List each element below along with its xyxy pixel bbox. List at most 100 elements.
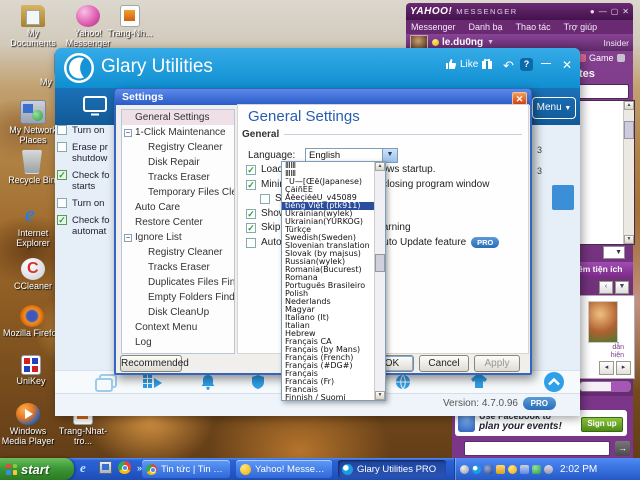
gift-icon[interactable] (481, 58, 493, 70)
language-option[interactable]: Magyar (282, 306, 376, 314)
language-option[interactable]: Francais (Fr) (282, 378, 376, 386)
search-go-button[interactable]: → (615, 441, 630, 456)
apply-button[interactable]: Apply (474, 355, 520, 372)
taskbar-button[interactable]: Yahoo! Messenger (236, 460, 332, 478)
scrollbar-thumb[interactable] (375, 254, 385, 272)
desktop-icon[interactable]: Internet Explorer (6, 201, 60, 248)
settings-tree-item[interactable]: Auto Care (122, 200, 234, 215)
show-desktop-icon[interactable] (99, 461, 112, 474)
yahoo-tray-icon[interactable] (508, 464, 517, 474)
cancel-button[interactable]: Cancel (419, 355, 469, 372)
language-option[interactable]: ⅢⅢ (282, 170, 376, 178)
settings-tree-item[interactable]: Disk Repair (122, 155, 234, 170)
settings-tree-item[interactable]: − 1-Click Maintenance (122, 125, 234, 140)
yahoo-minimize-icon[interactable]: — (599, 7, 607, 16)
web-search-input[interactable] (464, 441, 610, 456)
updates-tray-icon[interactable] (544, 464, 553, 474)
scroll-up-icon[interactable]: ▲ (375, 162, 385, 171)
taskbar-button[interactable]: Glary Utilities PRO (338, 460, 446, 478)
globe-icon[interactable] (395, 374, 411, 390)
menu-button[interactable]: Menu ▼ (532, 97, 576, 119)
collapse-left-icon[interactable]: ‹ (599, 281, 613, 294)
glary-option-row[interactable]: Check foautomat (57, 215, 114, 237)
modules-grid-icon[interactable] (143, 374, 163, 390)
app-tray-icon[interactable] (484, 464, 493, 474)
chrome-icon[interactable] (118, 461, 131, 474)
language-option[interactable]: Français (French) (282, 354, 376, 362)
yahoo-titlebar[interactable]: YAHOO! MESSENGER ● — ▢ ✕ (406, 3, 633, 20)
like-button[interactable]: Like (445, 58, 478, 70)
signup-button[interactable]: Sign up (581, 417, 623, 432)
language-option[interactable]: Italiano (It) (282, 314, 376, 322)
settings-tree-item[interactable]: Duplicates Files Finder (122, 275, 234, 290)
language-option[interactable]: Ukrainian(YURKOG) (282, 218, 376, 226)
language-option[interactable]: Nederlands (282, 298, 376, 306)
checkbox[interactable] (57, 170, 67, 180)
language-option[interactable]: Français (282, 370, 376, 378)
close-button[interactable]: ✕ (562, 58, 572, 72)
chevron-down-icon[interactable]: ▼ (615, 281, 629, 294)
settings-tree-item[interactable]: Registry Cleaner (122, 140, 234, 155)
chevron-down-icon[interactable]: ▼ (487, 39, 494, 46)
settings-tree-item[interactable]: Registry Cleaner (122, 245, 234, 260)
folder-tray-icon[interactable] (496, 464, 505, 474)
language-option[interactable]: Ukrainian(wylek) (282, 210, 376, 218)
desktop-icon[interactable]: My Network Places (4, 100, 62, 145)
tree-expander-icon[interactable]: − (124, 128, 132, 137)
layers-icon[interactable] (95, 374, 117, 392)
yahoo-menu-item[interactable]: Trợ giúp (564, 22, 598, 32)
settings-tree-item[interactable]: Temporary Files Cleaner (122, 185, 234, 200)
language-option[interactable]: Hebrew (282, 330, 376, 338)
scroll-down-icon[interactable]: ▼ (624, 235, 634, 244)
checkbox[interactable] (246, 165, 256, 175)
settings-tree-item[interactable]: Log (122, 335, 234, 350)
overview-monitor-icon[interactable] (83, 95, 107, 117)
checkbox[interactable] (246, 237, 256, 248)
checkbox[interactable] (246, 179, 256, 190)
start-button[interactable]: start (0, 458, 74, 480)
settings-tree-item[interactable]: General Settings (122, 110, 234, 125)
settings-tree-item[interactable]: − Ignore List (122, 230, 234, 245)
language-option[interactable]: ˜U—[Œê(Japanese) (282, 178, 376, 186)
glary-option-row[interactable]: Check fostarts (57, 170, 114, 192)
language-option[interactable]: Français (by Mans) (282, 346, 376, 354)
scroll-down-icon[interactable]: ▼ (375, 391, 385, 400)
language-option[interactable]: Romana (282, 274, 376, 282)
security-shield-icon[interactable] (532, 464, 541, 474)
desktop-icon[interactable]: Recycle Bin (6, 150, 58, 185)
dropdown-scrollbar[interactable]: ▲ ▼ (374, 162, 385, 400)
desktop-icon[interactable]: Trang-Nh... (106, 5, 154, 38)
internet-explorer-icon[interactable]: e (80, 461, 93, 474)
scroll-top-button[interactable] (544, 372, 564, 392)
glary-tray-icon[interactable] (472, 464, 481, 474)
language-option[interactable]: Slovenian translation (282, 242, 376, 250)
shield-icon[interactable] (250, 374, 266, 390)
glary-option-row[interactable]: Turn on (57, 125, 114, 136)
language-option[interactable]: Finnish / Suomi (282, 394, 376, 400)
scroll-up-icon[interactable]: ▲ (624, 101, 634, 110)
language-option[interactable]: Türkçe (282, 226, 376, 234)
glary-option-row[interactable]: Turn on (57, 198, 114, 209)
pager-next-icon[interactable]: ▸ (616, 361, 631, 375)
yahoo-menu-dot-icon[interactable]: ● (590, 7, 595, 16)
pager-prev-icon[interactable]: ◂ (599, 361, 614, 375)
yahoo-menu-item[interactable]: Messenger (411, 22, 456, 32)
language-option[interactable]: Russian(wylek) (282, 258, 376, 266)
checkbox[interactable] (260, 194, 270, 205)
yahoo-close-icon[interactable]: ✕ (622, 7, 629, 16)
scrollbar-thumb[interactable] (624, 121, 634, 139)
language-option[interactable]: ÅëeçíééÛ_v45089 (282, 194, 376, 202)
yahoo-menu-item[interactable]: Danh bạ (469, 22, 503, 32)
checkbox[interactable] (57, 125, 67, 135)
checkbox[interactable] (57, 142, 67, 152)
tree-expander-icon[interactable]: − (124, 233, 132, 242)
settings-tree-item[interactable]: Tracks Eraser (122, 260, 234, 275)
yahoo-contact-list[interactable]: ▲ ▼ (577, 100, 635, 245)
settings-tree-item[interactable]: Restore Center (122, 215, 234, 230)
minimize-button[interactable]: — (541, 58, 551, 69)
yahoo-menu-item[interactable]: Thao tác (516, 22, 551, 32)
desktop-icon[interactable]: UniKey (4, 355, 58, 386)
yahoo-maximize-icon[interactable]: ▢ (611, 7, 619, 16)
yahoo-insider-link[interactable]: Insider (603, 38, 629, 48)
desktop-icon[interactable]: Windows Media Player (0, 403, 56, 446)
